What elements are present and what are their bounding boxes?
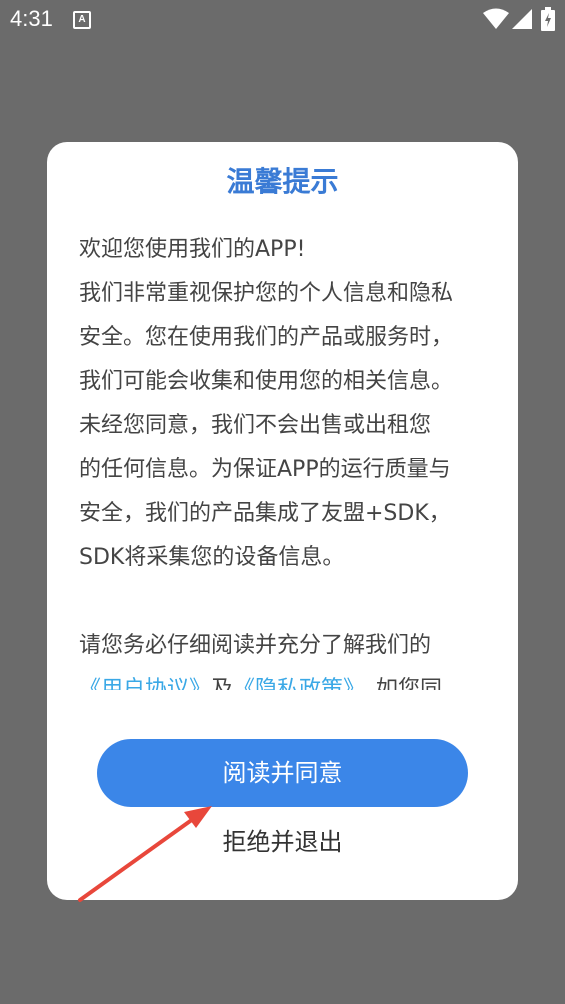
body-line: 安全，我们的产品集成了友盟+SDK，	[79, 501, 451, 526]
agree-button[interactable]: 阅读并同意	[97, 739, 468, 807]
body-line: 我们非常重视保护您的个人信息和隐私	[79, 281, 454, 306]
reject-button[interactable]: 拒绝并退出	[0, 820, 565, 864]
body-line: 安全。您在使用我们的产品或服务时，	[79, 325, 454, 350]
user-agreement-link[interactable]: 《用户协议》	[79, 677, 211, 690]
privacy-policy-link[interactable]: 《隐私政策》	[233, 677, 354, 690]
wifi-icon	[483, 8, 509, 29]
body-line: 我们可能会收集和使用您的相关信息。	[79, 369, 454, 394]
read-notice-text: 请您务必仔细阅读并充分了解我们的	[79, 633, 432, 658]
body-line: 的任何信息。为保证APP的运行质量与	[79, 457, 451, 482]
body-line: SDK将采集您的设备信息。	[79, 545, 345, 570]
signal-icon	[512, 9, 532, 29]
dialog-body[interactable]: 欢迎您使用我们的APP! 我们非常重视保护您的个人信息和隐私 安全。您在使用我们…	[79, 228, 489, 690]
trailing-text: ，如您同	[354, 677, 443, 690]
and-text: 及	[211, 677, 234, 690]
greeting-text: 欢迎您使用我们的APP!	[79, 237, 306, 262]
body-line: 未经您同意，我们不会出售或出租您	[79, 413, 432, 438]
status-time: 4:31	[10, 6, 53, 31]
status-bar: 4:31 A	[0, 0, 565, 40]
notification-icon: A	[73, 11, 91, 29]
screen: 4:31 A 温馨提示 欢迎您使用我们的APP! 我们非常重视保护您的个人信息和…	[0, 0, 565, 1004]
dialog-title: 温馨提示	[226, 165, 339, 198]
policy-links-line: 《用户协议》及《隐私政策》，如您同	[79, 668, 489, 690]
battery-icon	[541, 7, 555, 31]
